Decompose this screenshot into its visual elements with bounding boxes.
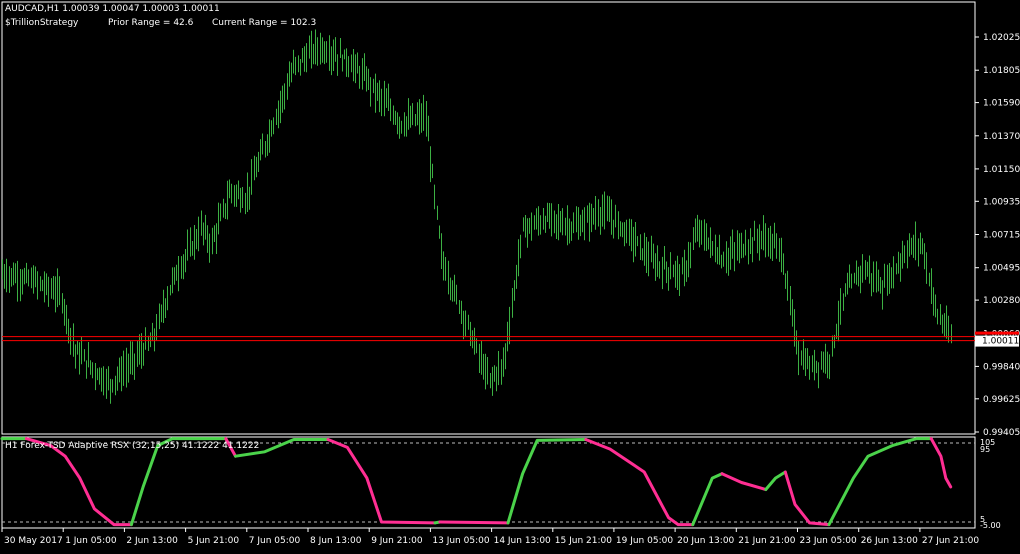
rsx-up-segment[interactable] (827, 437, 933, 527)
rsx-down-segment[interactable] (783, 470, 831, 527)
price-tick-label: 1.00495 (983, 264, 1020, 274)
indicator-level-95: 95 (980, 445, 991, 454)
rsx-up-segment[interactable] (691, 472, 724, 527)
prior-range: Prior Range = 42.6 (108, 18, 194, 28)
indicator-label: H1 Forex-TSD Adaptive RSX (32,15,25) 41.… (5, 441, 260, 451)
time-tick-label: 13 Jun 05:00 (432, 536, 489, 546)
current-price-label: 1.00011 (982, 337, 1019, 347)
rsx-down-segment[interactable] (929, 437, 953, 489)
range-level-tag (975, 331, 1019, 335)
price-tick-label: 1.00280 (983, 296, 1020, 306)
price-tick-label: 1.01370 (983, 132, 1020, 142)
price-tick-label: 1.00715 (983, 231, 1020, 241)
price-tick-label: 1.01590 (983, 99, 1020, 109)
time-tick-label: 5 Jun 21:00 (188, 536, 240, 546)
mt4-chart-window[interactable]: 1.02025 1.01805 1.01590 1.01370 1.01150 1.009… (0, 0, 1020, 551)
time-tick-label: 26 Jun 13:00 (861, 536, 918, 546)
time-tick-label: 21 Jun 21:00 (738, 536, 795, 546)
price-tick-label: 1.02025 (983, 33, 1020, 43)
price-candles[interactable] (2, 29, 952, 404)
rsx-down-segment[interactable] (720, 472, 768, 491)
symbol-info: AUDCAD,H1 1.00039 1.00047 1.00003 1.0001… (5, 4, 220, 14)
rsx-up-segment[interactable] (764, 470, 787, 491)
time-tick-label: 2 Jun 13:00 (126, 536, 178, 546)
time-tick-label: 14 Jun 13:00 (494, 536, 551, 546)
indicator-level-lines (2, 442, 975, 523)
price-tick-label: 1.01805 (983, 66, 1020, 76)
chart-canvas[interactable]: 1.02025 1.01805 1.01590 1.01370 1.01150 1.009… (0, 0, 1020, 551)
rsx-down-segment[interactable] (326, 438, 437, 525)
price-tick-label: 0.99625 (983, 395, 1020, 405)
time-axis[interactable]: 30 May 2017 1 Jun 05:00 2 Jun 13:00 5 Jun 2… (1, 528, 979, 546)
current-range: Current Range = 102.3 (212, 18, 317, 28)
rsx-up-segment[interactable] (506, 438, 588, 525)
time-tick-label: 30 May 2017 (4, 536, 63, 546)
time-tick-label: 7 Jun 05:00 (249, 536, 301, 546)
strategy-name: $TrillionStrategy (5, 18, 79, 28)
time-tick-label: 20 Jun 13:00 (677, 536, 734, 546)
price-level-lines (2, 336, 975, 342)
price-tick-label: 1.01150 (983, 165, 1020, 175)
price-axis[interactable]: 1.02025 1.01805 1.01590 1.01370 1.01150 1.009… (975, 33, 1020, 438)
price-tick-label: 0.99840 (983, 362, 1020, 372)
time-tick-label: 23 Jun 05:00 (800, 536, 857, 546)
rsx-down-segment[interactable] (438, 520, 510, 525)
time-tick-label: 1 Jun 05:00 (65, 536, 117, 546)
indicator-range-min: -5.00 (980, 521, 1001, 530)
time-tick-label: 27 Jun 21:00 (922, 536, 979, 546)
time-tick-label: 19 Jun 05:00 (616, 536, 673, 546)
price-tick-label: 1.00935 (983, 197, 1020, 207)
rsx-down-segment[interactable] (584, 438, 695, 527)
time-tick-label: 9 Jun 21:00 (371, 536, 423, 546)
time-tick-label: 15 Jun 21:00 (555, 536, 612, 546)
time-tick-label: 8 Jun 13:00 (310, 536, 362, 546)
